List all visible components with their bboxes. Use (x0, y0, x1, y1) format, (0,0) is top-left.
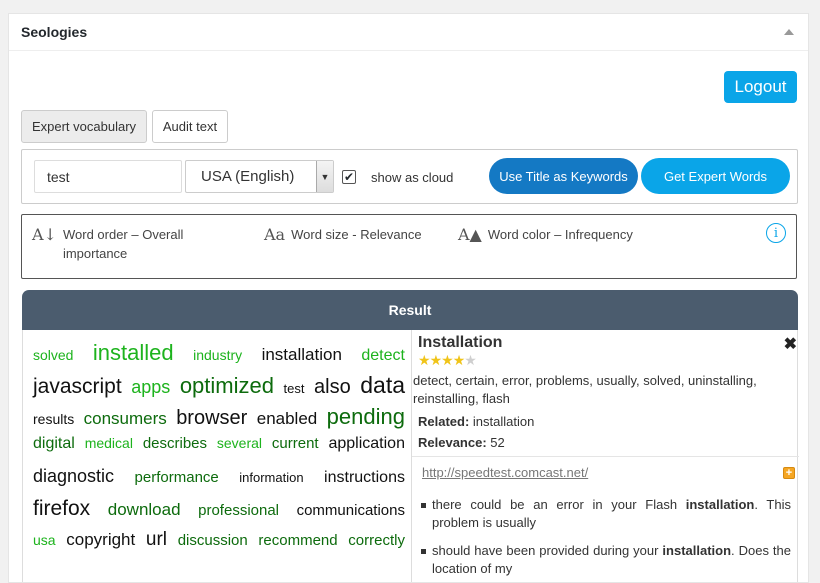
cloud-word[interactable]: recommend (258, 532, 337, 549)
cloud-word[interactable]: also (314, 376, 351, 399)
cloud-word[interactable]: solved (33, 347, 73, 363)
rating-stars: ★★★★★ (418, 352, 791, 368)
cloud-line: usa copyright url discussion recommend correc… (33, 529, 405, 560)
cloud-word[interactable]: application (328, 435, 405, 453)
cloud-word[interactable]: diagnostic (33, 466, 114, 487)
get-expert-words-button[interactable]: Get Expert Words (641, 158, 790, 194)
panel-header: Seologies (9, 14, 808, 51)
word-cloud: solved installed industry installation detec… (23, 330, 411, 582)
star-empty-icon: ★ (464, 352, 477, 368)
source-row: http://speedtest.comcast.net/ + (412, 456, 799, 488)
font-size-icon: Aa (264, 225, 286, 244)
keyword-input[interactable] (34, 160, 182, 193)
cloud-word[interactable]: professional (198, 502, 279, 519)
cloud-word[interactable]: performance (135, 469, 219, 486)
snippet-list: there could be an error in your Flash in… (418, 496, 791, 578)
cloud-word[interactable]: url (146, 529, 167, 551)
show-as-cloud-label: show as cloud (371, 170, 454, 185)
relevance-value: 52 (490, 435, 505, 450)
result-body: solved installed industry installation detec… (22, 330, 799, 582)
cloud-word[interactable]: detect (361, 347, 405, 365)
cloud-line: firefox download professional communication… (33, 497, 405, 529)
cloud-word[interactable]: download (108, 500, 181, 520)
legend: A↓ Word order – Overall importance Aa Wo… (21, 214, 797, 279)
sort-order-icon: A↓ (32, 225, 57, 244)
cloud-word[interactable]: installed (93, 340, 174, 366)
cloud-word[interactable]: enabled (257, 409, 318, 429)
legend-word-order-text: Word order – Overall importance (62, 227, 184, 261)
legend-word-color: A▲ Word color – Infrequency (458, 225, 633, 244)
cloud-word[interactable]: javascript (33, 375, 122, 399)
legend-word-order: A↓ Word order – Overall importance (32, 225, 212, 263)
star-filled-icon: ★ (418, 352, 431, 368)
cloud-word[interactable]: usa (33, 532, 56, 548)
related-label: Related: (418, 414, 470, 429)
seologies-panel: Seologies Logout Expert vocabulary Audit… (8, 13, 809, 583)
cloud-word[interactable]: medical (85, 435, 133, 451)
star-filled-icon: ★ (429, 352, 443, 368)
language-select-value: USA (English) (201, 168, 295, 185)
detail-related: Related: installation (418, 414, 791, 429)
cloud-word[interactable]: communications (297, 502, 405, 519)
cloud-word[interactable]: pending (327, 404, 405, 430)
legend-word-size: Aa Word size - Relevance (264, 225, 422, 244)
cloud-word[interactable]: instructions (324, 469, 405, 487)
cloud-word[interactable]: consumers (84, 409, 167, 429)
cloud-word[interactable]: describes (143, 435, 207, 452)
tab-expert-vocabulary[interactable]: Expert vocabulary (21, 110, 147, 143)
cloud-word[interactable]: data (360, 372, 405, 399)
cloud-word[interactable]: test (284, 381, 305, 396)
cloud-word[interactable]: correctly (348, 532, 405, 549)
use-title-as-keywords-button[interactable]: Use Title as Keywords (489, 158, 638, 194)
cloud-line: digital medical describes several current app… (33, 435, 405, 466)
detail-title: Installation (418, 334, 503, 351)
info-icon[interactable]: i (766, 223, 786, 243)
cloud-word[interactable]: digital (33, 435, 75, 453)
cloud-word[interactable]: apps (131, 377, 170, 398)
cloud-word[interactable]: browser (176, 407, 247, 430)
legend-word-size-text: Word size - Relevance (291, 227, 422, 242)
result-header: Result (22, 290, 798, 330)
font-color-icon: A▲ (458, 225, 482, 244)
star-filled-icon: ★ (452, 352, 466, 368)
language-select[interactable]: USA (English) ▼ (185, 160, 334, 193)
tab-audit-text[interactable]: Audit text (152, 110, 228, 143)
collapse-arrow-icon[interactable] (784, 29, 794, 35)
logout-button[interactable]: Logout (724, 71, 797, 103)
legend-word-color-text: Word color – Infrequency (487, 227, 633, 242)
cloud-word[interactable]: current (272, 435, 319, 452)
panel-title: Seologies (21, 24, 88, 40)
snippet-item: should have been provided during your in… (421, 543, 791, 576)
word-detail-panel: Installation ✖ ★★★★★ detect, certain, er… (411, 330, 799, 582)
close-icon[interactable]: ✖ (784, 334, 797, 354)
detail-related-words: detect, certain, error, problems, usuall… (413, 373, 757, 406)
cloud-word[interactable]: optimized (180, 373, 274, 399)
cloud-word[interactable]: discussion (178, 532, 248, 549)
show-as-cloud-checkbox[interactable]: ✔ (342, 170, 356, 184)
cloud-word[interactable]: copyright (66, 530, 135, 550)
source-link[interactable]: http://speedtest.comcast.net/ (422, 465, 588, 480)
snippet-item: there could be an error in your Flash in… (421, 497, 791, 530)
search-bar: USA (English) ▼ ✔ show as cloud Use Titl… (21, 149, 798, 204)
relevance-label: Relevance: (418, 435, 487, 450)
related-value: installation (472, 414, 535, 429)
cloud-word[interactable]: industry (193, 347, 242, 363)
cloud-word[interactable]: firefox (33, 497, 90, 521)
cloud-word[interactable]: installation (262, 345, 342, 365)
cloud-word[interactable]: information (239, 470, 303, 485)
cloud-line: javascript apps optimized test also data (33, 372, 405, 404)
cloud-line: solved installed industry installation detec… (33, 340, 405, 372)
expand-plus-icon[interactable]: + (783, 467, 795, 479)
cloud-line: results consumers browser enabled pending (33, 404, 405, 435)
detail-relevance: Relevance: 52 (418, 435, 791, 450)
chevron-down-icon[interactable]: ▼ (316, 161, 333, 192)
cloud-word[interactable]: several (217, 435, 262, 451)
star-filled-icon: ★ (441, 352, 454, 368)
cloud-word[interactable]: results (33, 411, 74, 427)
cloud-line: diagnostic performance information instruct… (33, 466, 405, 497)
